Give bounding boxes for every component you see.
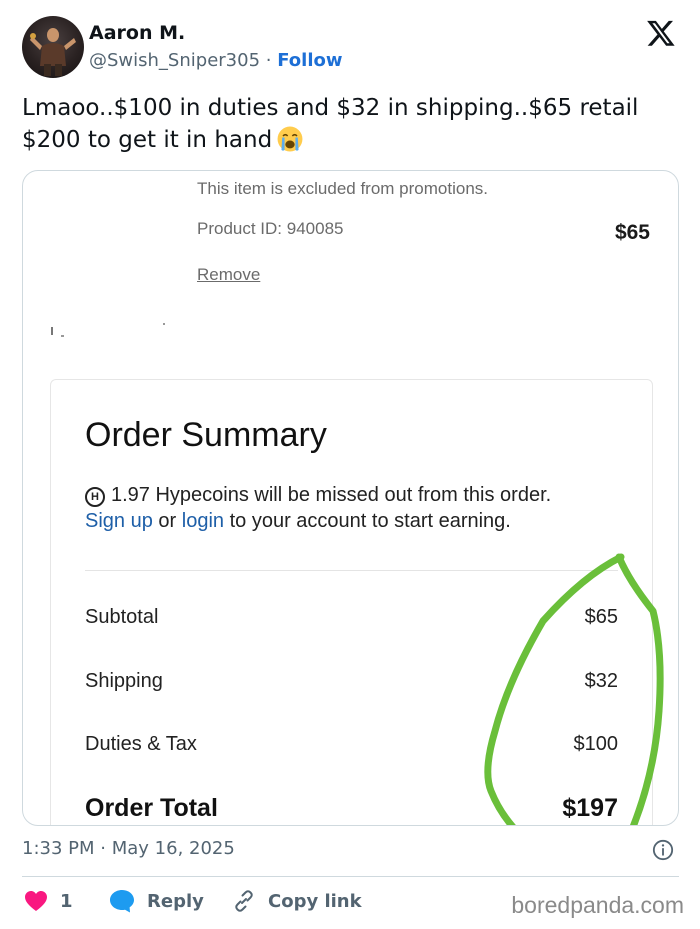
- author-handle-row: @Swish_Sniper305 · Follow: [89, 50, 343, 71]
- item-price: $65: [614, 221, 650, 244]
- heart-icon: [25, 891, 47, 911]
- avatar[interactable]: [22, 16, 84, 78]
- reply-button[interactable]: Reply: [109, 888, 204, 914]
- promo-excluded-note: This item is excluded from promotions.: [197, 179, 488, 198]
- order-total-value: $197: [562, 794, 618, 822]
- author-name[interactable]: Aaron M.: [89, 22, 185, 44]
- follow-button[interactable]: Follow: [277, 50, 342, 71]
- subtotal-value: $65: [584, 606, 618, 628]
- order-summary-card: Order Summary H 1.97 Hypecoins will be mi…: [50, 379, 653, 825]
- link-icon: [235, 890, 253, 912]
- signup-link: Sign up: [85, 510, 153, 532]
- order-summary-title: Order Summary: [85, 416, 327, 454]
- timestamp-separator: ·: [100, 838, 106, 859]
- duties-label: Duties & Tax: [85, 733, 197, 755]
- like-button[interactable]: 1: [24, 888, 73, 914]
- hypecoins-message: H 1.97 Hypecoins will be missed out from …: [85, 484, 551, 507]
- tweet-body: Lmaoo..$100 in duties and $32 in shippin…: [22, 95, 639, 153]
- copy-link-label: Copy link: [268, 890, 362, 912]
- duties-value: $100: [573, 733, 619, 755]
- x-logo-icon[interactable]: [646, 18, 676, 48]
- shipping-value: $32: [584, 670, 618, 692]
- order-total-label: Order Total: [85, 794, 218, 822]
- summary-divider: [85, 570, 618, 571]
- tweet-header: Aaron M. @Swish_Sniper305 · Follow: [22, 16, 682, 80]
- hypecoins-text: 1.97 Hypecoins will be missed out from t…: [111, 484, 552, 506]
- info-icon[interactable]: [652, 839, 674, 861]
- subtotal-label: Subtotal: [85, 606, 159, 628]
- tweet-text: Lmaoo..$100 in duties and $32 in shippin…: [22, 92, 682, 156]
- tweet-time: 1:33 PM: [22, 838, 95, 859]
- image-artifact: [51, 323, 165, 337]
- copy-link-button[interactable]: Copy link: [232, 888, 362, 914]
- earning-text: to your account to start earning.: [229, 510, 511, 532]
- reply-label: Reply: [147, 890, 204, 912]
- like-count: 1: [60, 890, 73, 912]
- reply-bubble-icon: [110, 890, 134, 913]
- attached-image[interactable]: This item is excluded from promotions. P…: [22, 170, 679, 826]
- or-text: or: [158, 510, 177, 532]
- product-id: Product ID: 940085: [197, 219, 344, 238]
- login-link: login: [181, 510, 225, 532]
- remove-link: Remove: [197, 265, 261, 284]
- tweet-date: May 16, 2025: [111, 838, 235, 859]
- signup-message: Sign up or login to your account to star…: [85, 510, 511, 533]
- handle-separator: ·: [265, 50, 272, 71]
- author-handle[interactable]: @Swish_Sniper305: [89, 50, 260, 71]
- action-divider: [22, 876, 679, 877]
- shipping-label: Shipping: [85, 670, 163, 692]
- watermark: boredpanda.com: [511, 892, 684, 918]
- tweet-timestamp[interactable]: 1:33 PM · May 16, 2025: [22, 838, 235, 859]
- hypecoin-icon: H: [85, 487, 105, 507]
- crying-face-icon: [277, 126, 303, 152]
